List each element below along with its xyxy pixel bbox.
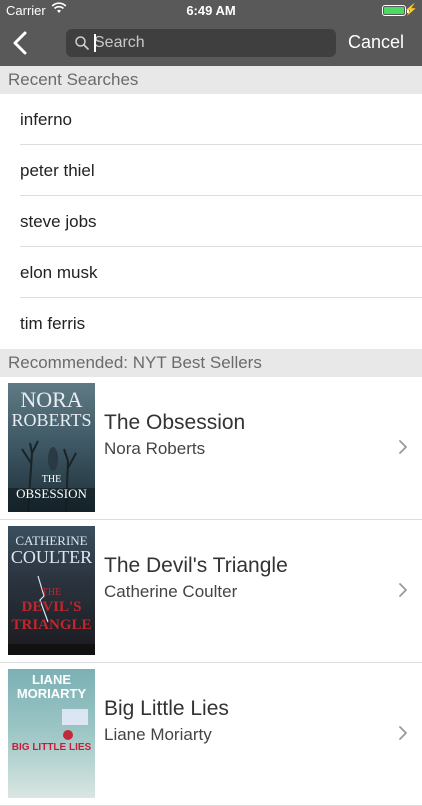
cover-author: NORA (20, 387, 83, 412)
cover-title: THE (41, 587, 62, 598)
search-icon (75, 36, 89, 50)
status-time: 6:49 AM (186, 3, 236, 18)
recent-search-item[interactable]: peter thiel (0, 145, 422, 196)
search-bar[interactable] (66, 29, 336, 57)
chevron-right-icon (399, 440, 407, 454)
book-row[interactable]: LIANE MORIARTY BIG LITTLE LIES Big Littl… (0, 663, 422, 806)
recent-searches-list: inferno peter thiel steve jobs elon musk… (0, 94, 422, 349)
book-cover: CATHERINE COULTER THE DEVIL'S TRIANGLE (8, 526, 95, 655)
book-author: Catherine Coulter (104, 582, 238, 601)
book-cover: LIANE MORIARTY BIG LITTLE LIES (8, 669, 95, 798)
back-button[interactable] (10, 30, 32, 56)
chevron-right-icon (399, 583, 407, 597)
chevron-left-icon (13, 31, 27, 55)
search-input[interactable] (94, 32, 329, 54)
nav-bar: Carrier 6:49 AM ⚡ Cancel (0, 0, 422, 66)
book-list: NORA ROBERTS THE OBSESSION The Obsession… (0, 377, 422, 806)
battery-icon (382, 5, 409, 16)
recent-search-item[interactable]: elon musk (0, 247, 422, 298)
charging-icon: ⚡ (404, 4, 418, 16)
recent-search-item[interactable]: steve jobs (0, 196, 422, 247)
book-author: Liane Moriarty (104, 725, 212, 744)
cover-author: COULTER (10, 547, 93, 567)
chevron-right-icon (399, 726, 407, 740)
section-title: Recent Searches (8, 70, 139, 89)
cover-title: THE (41, 474, 62, 485)
book-title: Big Little Lies (104, 697, 229, 720)
recent-search-item[interactable]: tim ferris (0, 298, 422, 349)
book-author: Nora Roberts (104, 439, 206, 458)
cover-art (62, 709, 88, 740)
recent-searches-header: Recent Searches (0, 66, 422, 94)
recommended-header: Recommended: NYT Best Sellers (0, 349, 422, 377)
book-cover: NORA ROBERTS THE OBSESSION (8, 383, 95, 512)
section-title: Recommended: NYT Best Sellers (8, 353, 262, 372)
cover-title: OBSESSION (16, 486, 87, 501)
book-title: The Devil's Triangle (104, 554, 288, 577)
cover-title: BIG LITTLE LIES (11, 742, 92, 753)
text-cursor (94, 34, 96, 52)
cover-title: TRIANGLE (11, 617, 92, 633)
status-bar: Carrier 6:49 AM ⚡ (0, 0, 422, 22)
cover-author: CATHERINE (15, 533, 88, 548)
cover-author: ROBERTS (11, 410, 92, 430)
book-title: The Obsession (104, 411, 246, 434)
recent-search-item[interactable]: inferno (0, 94, 422, 145)
book-row[interactable]: CATHERINE COULTER THE DEVIL'S TRIANGLE T… (0, 520, 422, 663)
cover-title: DEVIL'S (21, 599, 82, 615)
cancel-button[interactable]: Cancel (348, 32, 404, 53)
book-row[interactable]: NORA ROBERTS THE OBSESSION The Obsession… (0, 377, 422, 520)
